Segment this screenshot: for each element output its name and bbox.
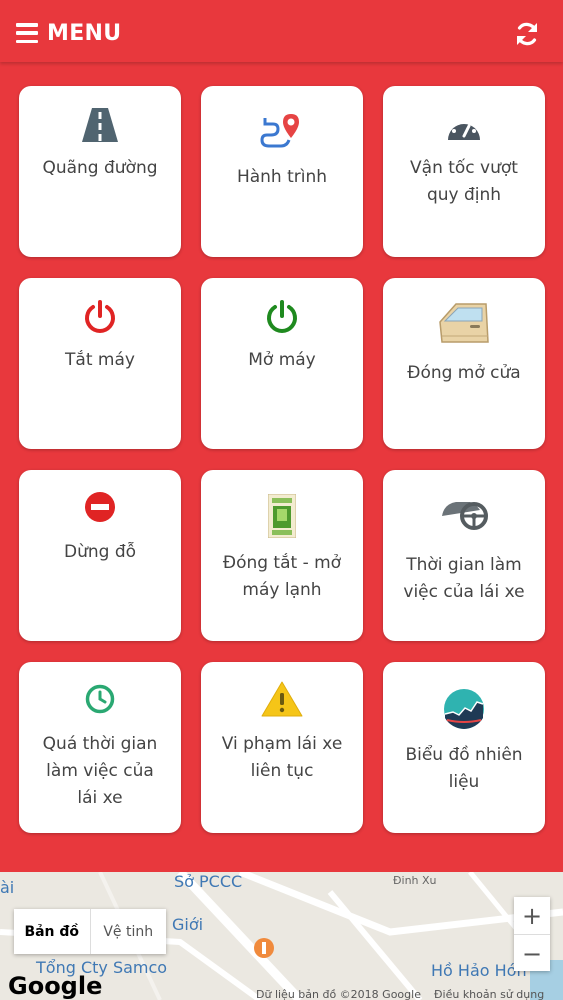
car-door-icon	[439, 303, 489, 343]
tile-label: việc của lái xe	[403, 582, 525, 602]
tile-label: lái xe	[77, 788, 123, 808]
tile-label: Đóng mở cửa	[407, 363, 521, 383]
tile-thoi-gian-lam-viec[interactable]: Thời gian làm việc của lái xe	[383, 470, 545, 641]
tile-dung-do[interactable]: Dừng đỗ	[19, 470, 181, 641]
tile-label: Biểu đồ nhiên	[405, 745, 523, 765]
zoom-control: + −	[514, 897, 550, 971]
refresh-icon[interactable]	[513, 20, 541, 48]
map-label-street: Đinh Xu	[393, 874, 437, 887]
map-attribution: Dữ liệu bản đồ ©2018 Google	[256, 988, 421, 1000]
tile-label: Dừng đỗ	[63, 542, 137, 562]
speedometer-icon	[448, 118, 480, 140]
tile-tat-may[interactable]: Tắt máy	[19, 278, 181, 449]
tile-label: Mở máy	[248, 350, 316, 370]
tile-label: Vận tốc vượt	[410, 158, 518, 178]
steering-wheel-icon	[442, 502, 488, 530]
tile-mo-may[interactable]: Mở máy	[201, 278, 363, 449]
tile-label: Vi phạm lái xe	[221, 734, 343, 754]
zoom-in-button[interactable]: +	[514, 897, 550, 935]
menu-panel: Quãng đường Hành trình Vận tốc vượt quy …	[0, 62, 563, 872]
map-label-gioi: Giới	[172, 915, 204, 934]
google-logo: Google	[8, 972, 103, 1000]
tile-dong-mo-cua[interactable]: Đóng mở cửa	[383, 278, 545, 449]
tile-label: Hành trình	[236, 167, 328, 187]
tile-label: liệu	[448, 772, 480, 792]
tile-bieu-do-nhien-lieu[interactable]: Biểu đồ nhiên liệu	[383, 662, 545, 833]
map-type-map-button[interactable]: Bản đồ	[14, 909, 90, 954]
map-label-ho-hao-hon: Hồ Hảo Hớn	[431, 961, 527, 980]
fuel-chart-icon	[444, 689, 484, 729]
no-entry-icon	[85, 492, 115, 522]
tile-quang-duong[interactable]: Quãng đường	[19, 86, 181, 257]
clock-icon	[85, 684, 115, 714]
zoom-out-button[interactable]: −	[514, 935, 550, 972]
power-off-icon	[85, 300, 115, 333]
tile-label: máy lạnh	[242, 580, 322, 600]
warning-icon	[261, 681, 303, 717]
tile-van-toc[interactable]: Vận tốc vượt quy định	[383, 86, 545, 257]
tile-label: Đóng tắt - mở	[222, 553, 342, 573]
map-type-satellite-button[interactable]: Vệ tinh	[89, 909, 167, 954]
map-terms-link[interactable]: Điều khoản sử dụng	[434, 988, 544, 1000]
map-label-edge: ài	[0, 878, 15, 897]
map-type-control: Bản đồ Vệ tinh	[14, 909, 166, 954]
tile-vi-pham-lai-xe[interactable]: Vi phạm lái xe liên tục	[201, 662, 363, 833]
power-on-icon	[267, 300, 297, 333]
tile-qua-thoi-gian[interactable]: Quá thời gian làm việc của lái xe	[19, 662, 181, 833]
tile-label: làm việc của	[46, 761, 154, 781]
tile-label: liên tục	[250, 761, 314, 781]
road-icon	[82, 108, 118, 142]
tile-label: quy định	[426, 185, 502, 205]
map-label-pccc: Sở PCCC	[174, 872, 243, 891]
ac-switch-icon	[268, 494, 296, 538]
hamburger-icon	[16, 23, 38, 43]
app-header: MENU	[0, 0, 563, 62]
tile-label: Tắt máy	[65, 350, 135, 370]
tile-label: Quãng đường	[42, 158, 158, 178]
menu-button[interactable]: MENU	[16, 18, 121, 48]
route-pin-icon	[260, 114, 299, 148]
tile-label: Quá thời gian	[42, 734, 158, 754]
tile-label: Thời gian làm	[406, 555, 522, 575]
tile-may-lanh[interactable]: Đóng tắt - mở máy lạnh	[201, 470, 363, 641]
tile-hanh-trinh[interactable]: Hành trình	[201, 86, 363, 257]
menu-label: MENU	[47, 20, 122, 46]
